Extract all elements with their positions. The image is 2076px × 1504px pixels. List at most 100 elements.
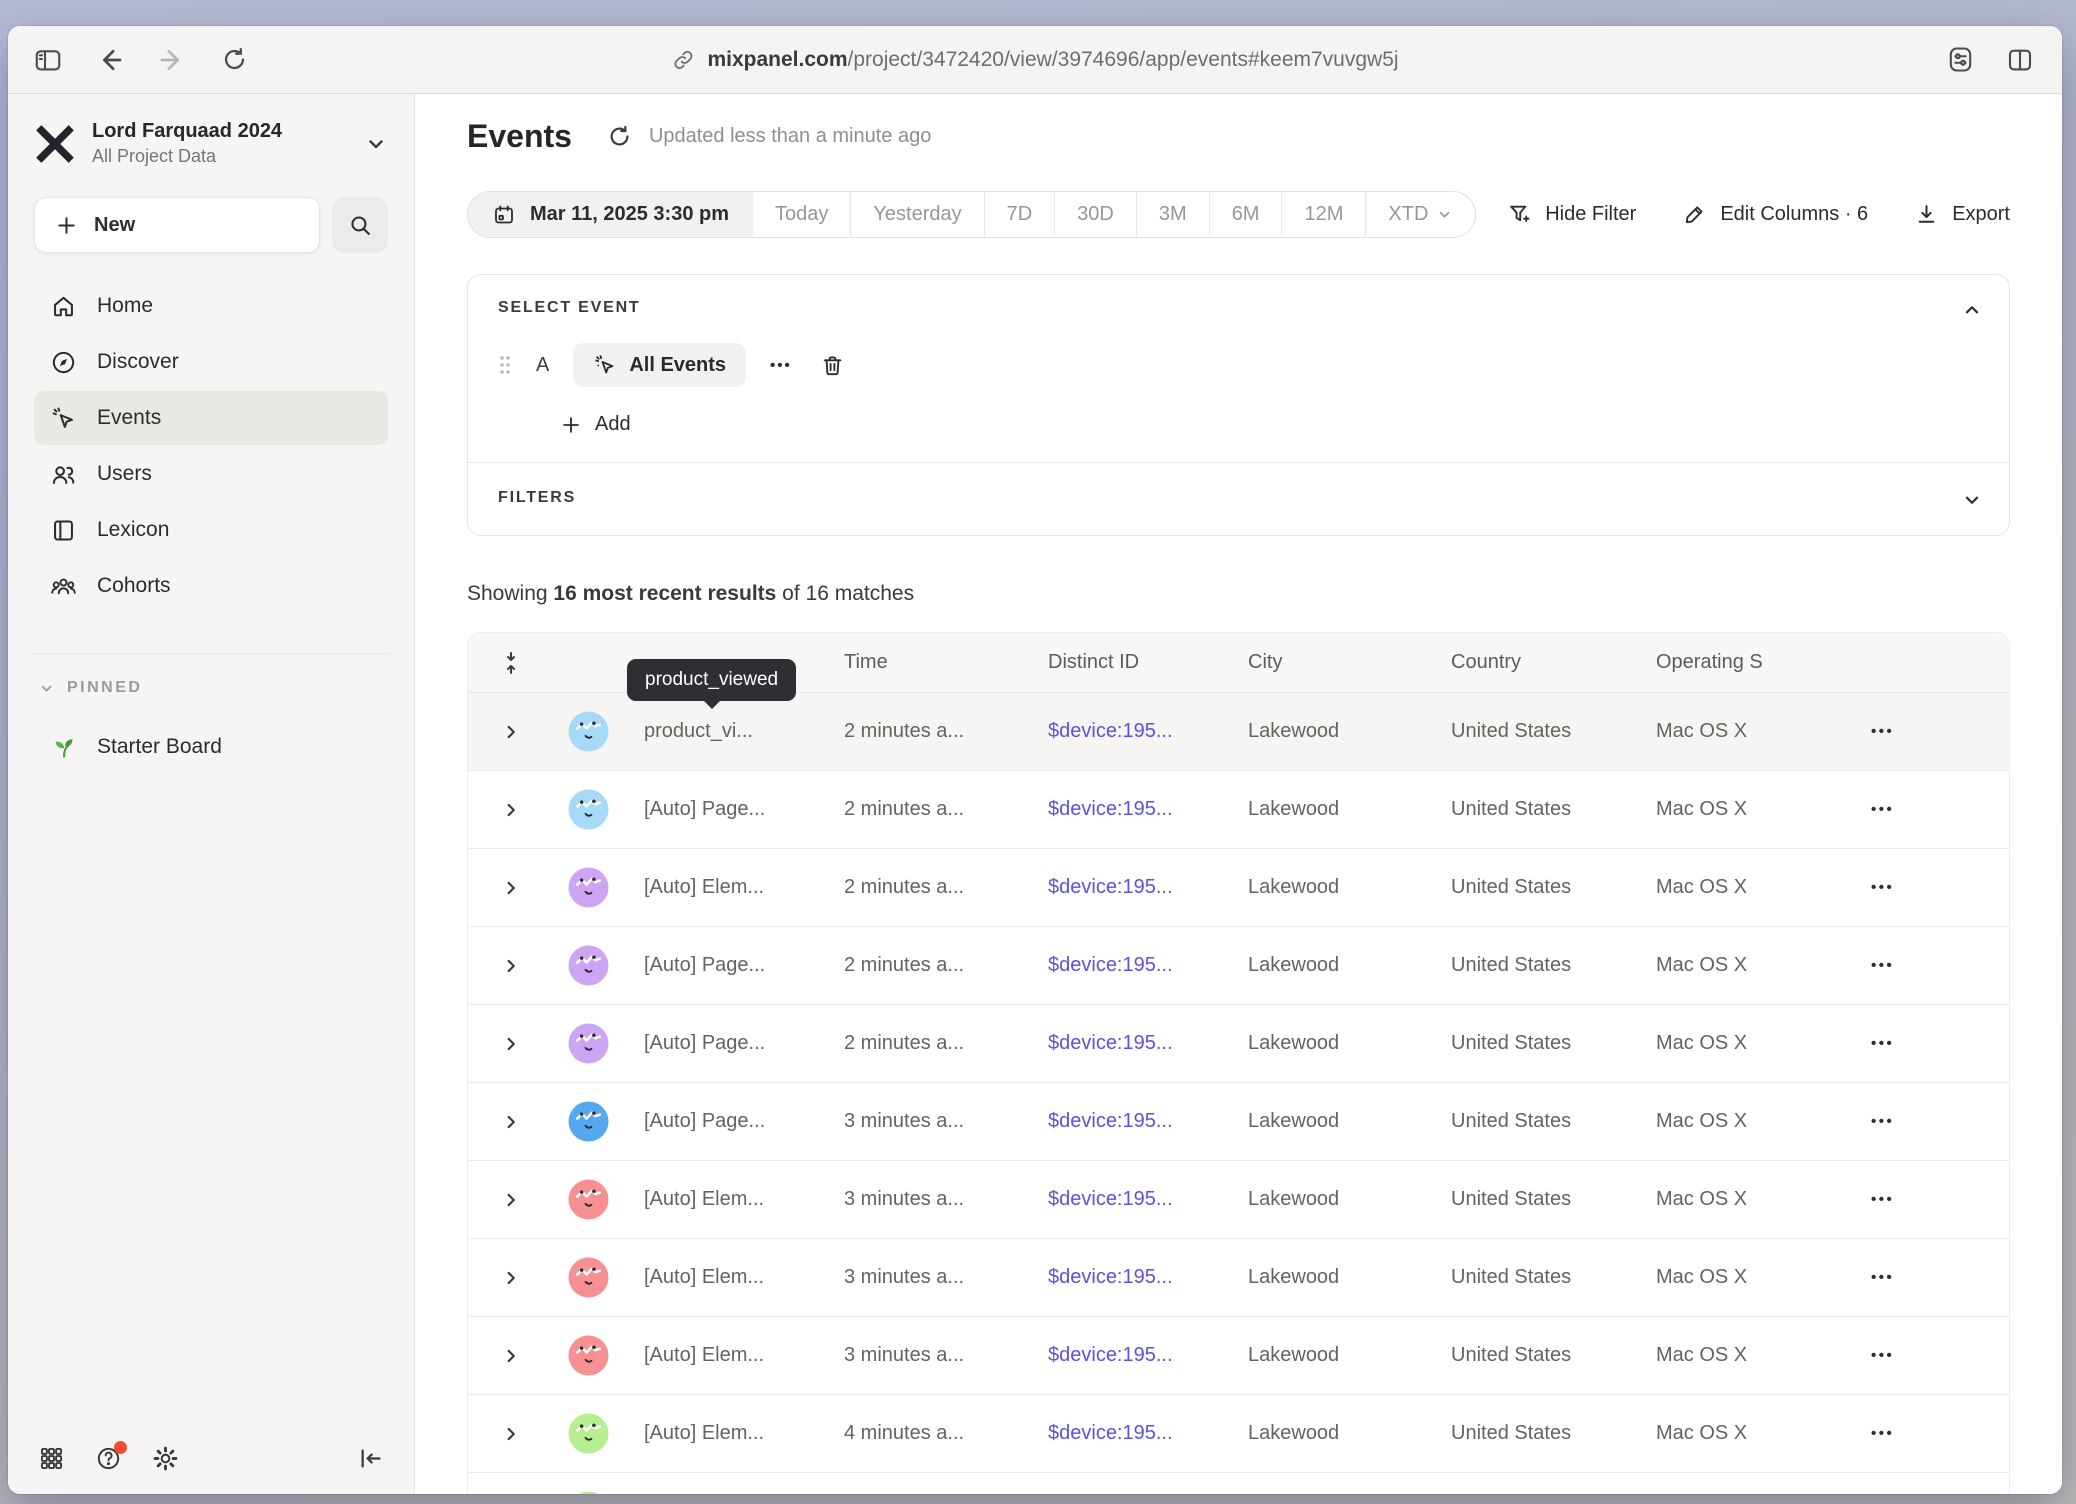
row-expand-icon[interactable] [468,1033,554,1055]
cell-os: Mac OS X [1632,1344,1847,1367]
table-row[interactable]: [Auto] Page... 2 minutes a... $device:19… [468,1005,2009,1083]
sidebar-toggle-icon[interactable] [32,44,64,76]
table-row[interactable]: [Auto] Elem... 3 minutes a... $device:19… [468,1317,2009,1395]
cell-time: 2 minutes a... [820,720,1024,743]
col-header-time[interactable]: Time [820,651,1024,674]
cell-distinct-id-link[interactable]: $device:195... [1024,1188,1224,1211]
collapse-sidebar-icon[interactable] [357,1445,384,1472]
url-path: /project/3472420/view/3974696/app/events… [848,48,1399,71]
refresh-icon[interactable] [606,123,633,150]
row-expand-icon[interactable] [468,799,554,821]
drag-handle-icon[interactable] [498,353,512,377]
row-menu-button[interactable]: ••• [1847,723,2009,740]
export-button[interactable]: Export [1914,202,2010,227]
pinned-section-header[interactable]: PINNED [34,670,388,706]
cell-distinct-id-link[interactable]: $device:195... [1024,720,1224,743]
range-7d[interactable]: 7D [984,192,1055,237]
page-settings-icon[interactable] [1944,44,1976,76]
row-menu-button[interactable]: ••• [1847,1035,2009,1052]
cell-os: Mac OS X [1632,798,1847,821]
table-row[interactable]: product_vi... 2 minutes a... $device:195… [468,693,2009,771]
range-xtd[interactable]: XTD [1365,192,1475,237]
date-picker[interactable]: Mar 11, 2025 3:30 pm [468,192,753,237]
trash-icon[interactable] [820,353,845,378]
apps-grid-icon[interactable] [38,1445,65,1472]
row-expand-icon[interactable] [468,1189,554,1211]
cell-distinct-id-link[interactable]: $device:195... [1024,1344,1224,1367]
chevron-down-icon[interactable] [1961,489,1983,511]
table-row[interactable]: [Auto] Page... 2 minutes a... $device:19… [468,927,2009,1005]
row-expand-icon[interactable] [468,1111,554,1133]
sidebar-item-cohorts[interactable]: Cohorts [34,559,388,613]
reload-icon[interactable] [218,44,250,76]
table-row[interactable]: [Auto] Page... 2 minutes a... $device:19… [468,771,2009,849]
cell-distinct-id-link[interactable]: $device:195... [1024,954,1224,977]
event-avatar [568,1257,609,1298]
row-menu-button[interactable]: ••• [1847,957,2009,974]
table-row[interactable] [468,1473,2009,1494]
project-switcher[interactable]: Lord Farquaad 2024 All Project Data [34,120,388,167]
add-event-button[interactable]: Add [560,413,1979,436]
row-expand-icon[interactable] [468,1267,554,1289]
row-menu-button[interactable]: ••• [1847,879,2009,896]
cell-event-name: [Auto] Page... [620,798,820,821]
range-today[interactable]: Today [753,192,850,237]
col-header-city[interactable]: City [1224,651,1427,674]
cell-distinct-id-link[interactable]: $device:195... [1024,1032,1224,1055]
row-menu-button[interactable]: ••• [1847,801,2009,818]
chevron-up-icon[interactable] [1961,299,1983,321]
col-header-country[interactable]: Country [1427,651,1632,674]
sidebar-item-lexicon[interactable]: Lexicon [34,503,388,557]
gear-icon[interactable] [152,1445,179,1472]
table-row[interactable]: [Auto] Elem... 3 minutes a... $device:19… [468,1161,2009,1239]
row-expand-icon[interactable] [468,1423,554,1445]
cell-distinct-id-link[interactable]: $device:195... [1024,1110,1224,1133]
row-menu-button[interactable]: ••• [1847,1269,2009,1286]
range-30d[interactable]: 30D [1054,192,1136,237]
cell-time: 3 minutes a... [820,1110,1024,1133]
table-row[interactable]: [Auto] Elem... 4 minutes a... $device:19… [468,1395,2009,1473]
cell-distinct-id-link[interactable]: $device:195... [1024,1422,1224,1445]
help-icon[interactable] [95,1445,122,1472]
sidebar-item-discover[interactable]: Discover [34,335,388,389]
edit-columns-button[interactable]: Edit Columns · 6 [1682,202,1868,227]
sidebar-item-users[interactable]: Users [34,447,388,501]
event-more-button[interactable]: ••• [770,357,792,374]
row-expand-icon[interactable] [468,721,554,743]
hide-filter-button[interactable]: Hide Filter [1507,202,1636,227]
range-6m[interactable]: 6M [1209,192,1282,237]
event-row-letter: A [536,354,549,377]
row-expand-icon[interactable] [468,955,554,977]
collapse-rows-icon[interactable] [468,650,554,676]
row-expand-icon[interactable] [468,877,554,899]
sidebar-item-home[interactable]: Home [34,279,388,333]
sidebar-item-events[interactable]: Events [34,391,388,445]
table-row[interactable]: [Auto] Elem... 2 minutes a... $device:19… [468,849,2009,927]
event-selector-pill[interactable]: All Events [573,343,746,387]
row-menu-button[interactable]: ••• [1847,1347,2009,1364]
row-menu-button[interactable]: ••• [1847,1191,2009,1208]
cell-distinct-id-link[interactable]: $device:195... [1024,876,1224,899]
row-menu-button[interactable]: ••• [1847,1425,2009,1442]
range-yesterday[interactable]: Yesterday [850,192,983,237]
range-3m[interactable]: 3M [1136,192,1209,237]
event-avatar [568,1023,609,1064]
sidebar-item-label: Home [97,294,153,318]
col-header-os[interactable]: Operating S [1632,651,1847,674]
table-row[interactable]: [Auto] Elem... 3 minutes a... $device:19… [468,1239,2009,1317]
new-button[interactable]: New [34,197,320,253]
row-menu-button[interactable]: ••• [1847,1113,2009,1130]
cell-distinct-id-link[interactable]: $device:195... [1024,798,1224,821]
table-row[interactable]: [Auto] Page... 3 minutes a... $device:19… [468,1083,2009,1161]
sidebar-item-starter-board[interactable]: Starter Board [34,720,388,774]
cell-distinct-id-link[interactable]: $device:195... [1024,1266,1224,1289]
back-icon[interactable] [94,44,126,76]
address-bar[interactable]: mixpanel.com/project/3472420/view/397469… [671,26,1398,94]
split-view-icon[interactable] [2004,44,2036,76]
event-avatar [568,1179,609,1220]
search-button[interactable] [332,197,388,253]
cell-os: Mac OS X [1632,876,1847,899]
range-12m[interactable]: 12M [1281,192,1365,237]
col-header-distinct-id[interactable]: Distinct ID [1024,651,1224,674]
row-expand-icon[interactable] [468,1345,554,1367]
